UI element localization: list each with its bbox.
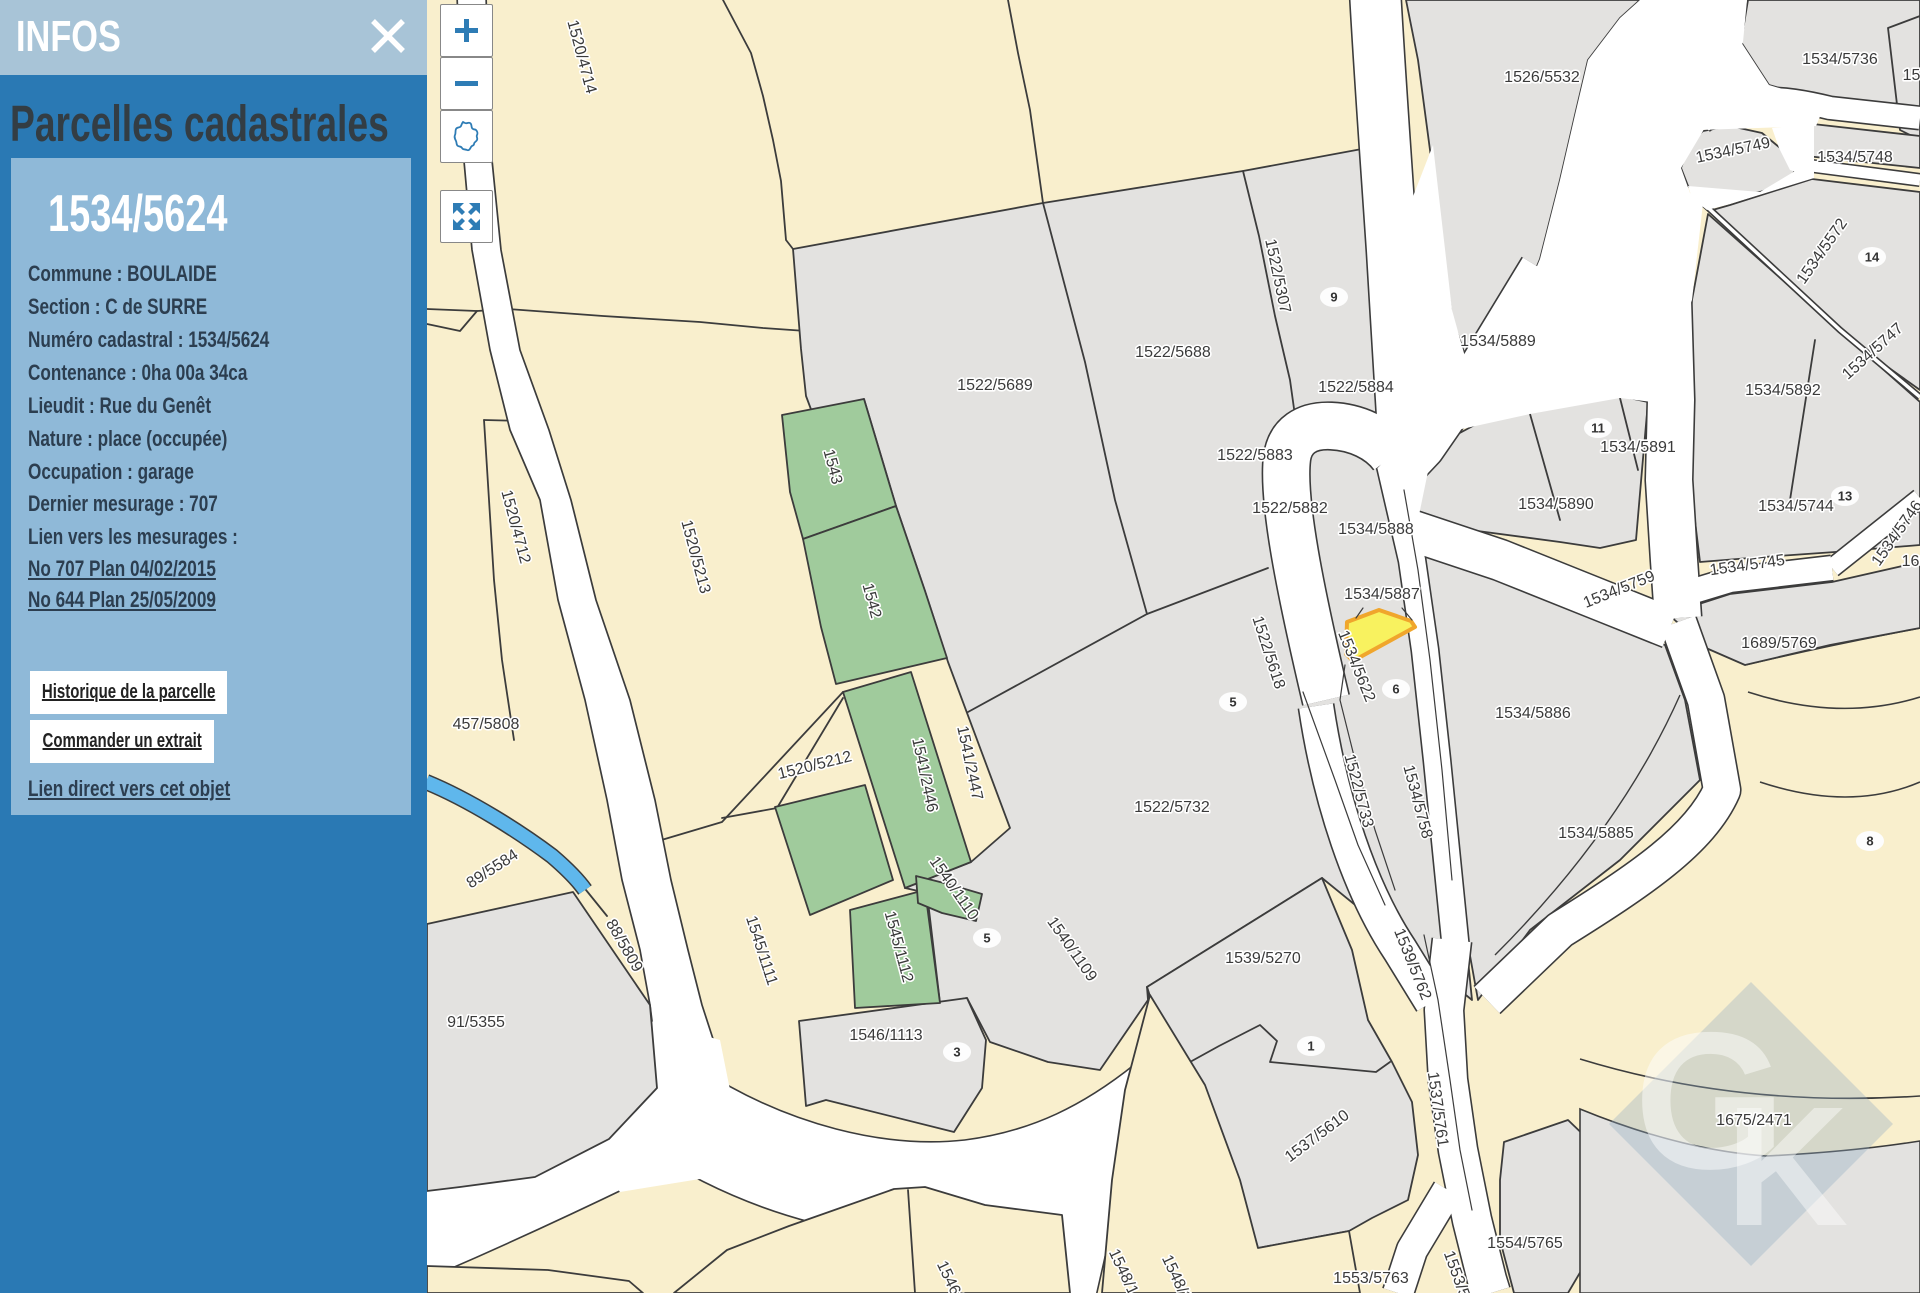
- svg-text:1546/1113: 1546/1113: [849, 1027, 922, 1044]
- svg-text:457/5808: 457/5808: [453, 716, 520, 733]
- svg-text:1534/5736: 1534/5736: [1802, 51, 1878, 68]
- svg-text:1522/5689: 1522/5689: [957, 377, 1033, 394]
- svg-text:1539/5270: 1539/5270: [1225, 950, 1301, 967]
- svg-text:1534/5890: 1534/5890: [1518, 496, 1594, 513]
- svg-text:1534/5892: 1534/5892: [1745, 382, 1821, 399]
- svg-text:11: 11: [1591, 421, 1605, 436]
- svg-text:1534/5748: 1534/5748: [1817, 149, 1893, 166]
- svg-text:1689/5769: 1689/5769: [1741, 635, 1817, 652]
- svg-text:8: 8: [1866, 834, 1873, 849]
- svg-text:1534/5887: 1534/5887: [1344, 586, 1420, 603]
- svg-text:1553/5763: 1553/5763: [1333, 1270, 1409, 1287]
- svg-text:3: 3: [953, 1045, 960, 1060]
- svg-text:9: 9: [1330, 290, 1337, 305]
- svg-text:153: 153: [1903, 67, 1920, 84]
- svg-text:14: 14: [1865, 250, 1880, 265]
- svg-text:1534/5891: 1534/5891: [1600, 439, 1676, 456]
- svg-text:1522/5732: 1522/5732: [1134, 799, 1210, 816]
- svg-text:91/5355: 91/5355: [447, 1014, 505, 1031]
- svg-text:1: 1: [1307, 1039, 1314, 1054]
- svg-text:1554/5765: 1554/5765: [1487, 1235, 1563, 1252]
- svg-text:13: 13: [1838, 489, 1852, 504]
- svg-text:168: 168: [1902, 553, 1920, 570]
- svg-text:1534/5889: 1534/5889: [1460, 333, 1536, 350]
- svg-text:6: 6: [1392, 682, 1399, 697]
- svg-text:5: 5: [1229, 695, 1236, 710]
- svg-text:1522/5688: 1522/5688: [1135, 344, 1211, 361]
- svg-text:5: 5: [983, 931, 990, 946]
- svg-text:1522/5884: 1522/5884: [1318, 379, 1394, 396]
- svg-text:K: K: [1726, 1072, 1849, 1262]
- svg-text:1534/5886: 1534/5886: [1495, 705, 1571, 722]
- svg-text:1522/5883: 1522/5883: [1217, 447, 1293, 464]
- svg-text:1534/5888: 1534/5888: [1338, 521, 1414, 538]
- svg-text:1526/5532: 1526/5532: [1504, 69, 1580, 86]
- svg-text:1534/5744: 1534/5744: [1758, 498, 1834, 515]
- svg-text:1522/5882: 1522/5882: [1252, 500, 1328, 517]
- svg-text:1675/2471: 1675/2471: [1716, 1112, 1792, 1129]
- svg-text:1534/5885: 1534/5885: [1558, 825, 1634, 842]
